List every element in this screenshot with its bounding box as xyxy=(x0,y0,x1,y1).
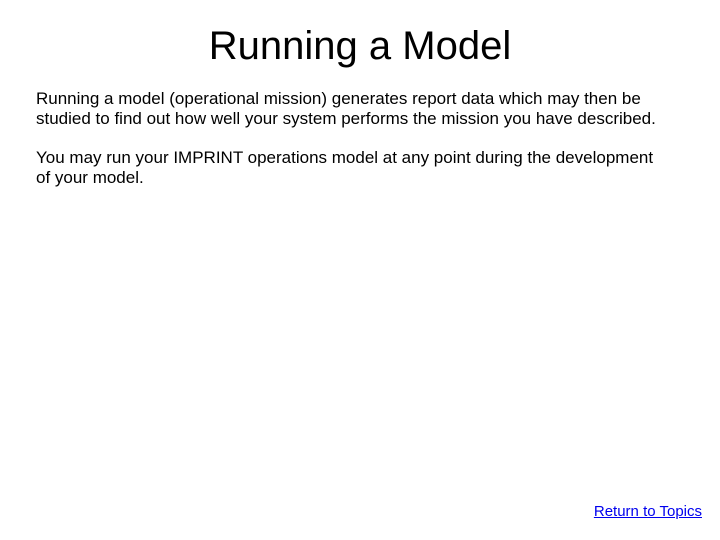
slide-body: Running a model (operational mission) ge… xyxy=(0,89,720,187)
slide: Running a Model Running a model (operati… xyxy=(0,0,720,540)
return-to-topics-link[interactable]: Return to Topics xyxy=(594,503,702,520)
paragraph-1: Running a model (operational mission) ge… xyxy=(36,89,670,128)
paragraph-2: You may run your IMPRINT operations mode… xyxy=(36,148,670,187)
page-title: Running a Model xyxy=(0,0,720,89)
